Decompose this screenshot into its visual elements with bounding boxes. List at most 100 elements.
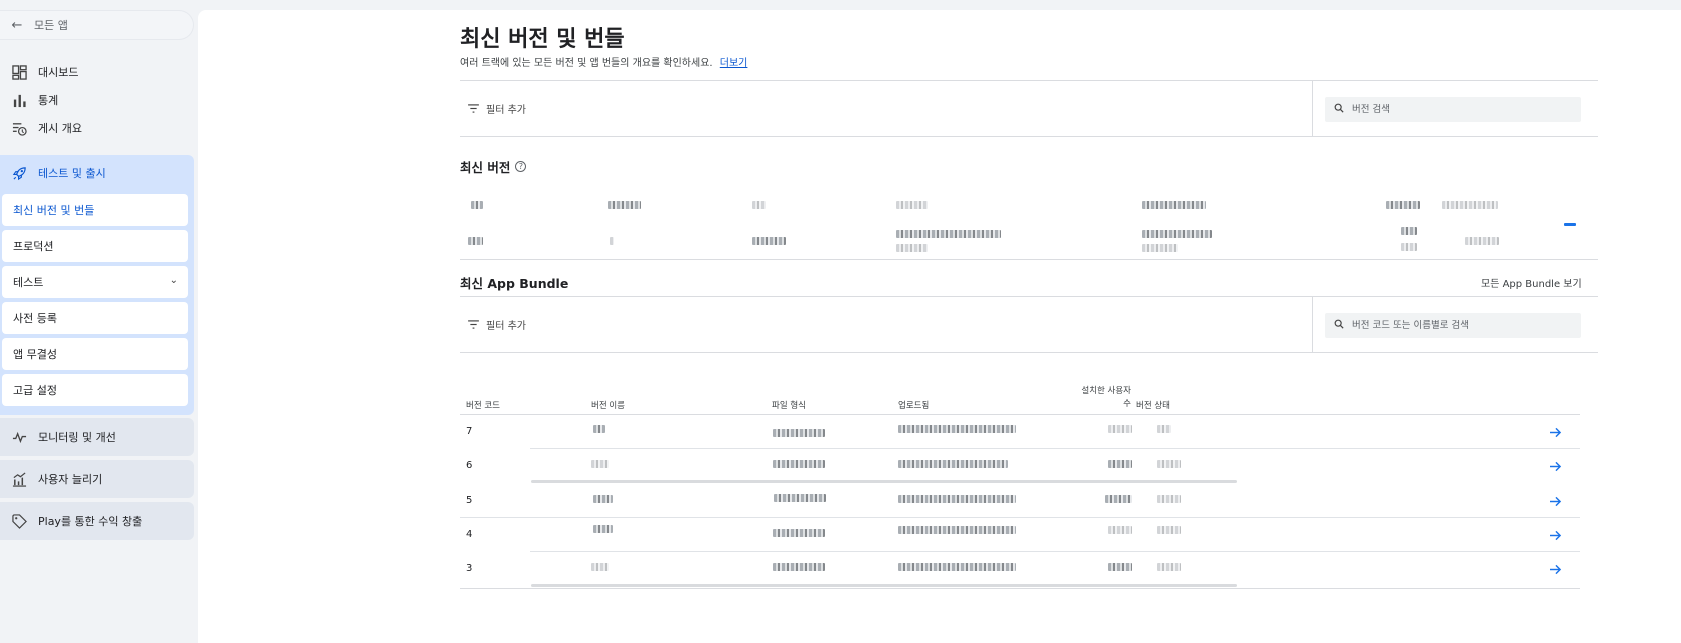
- filter-icon: [462, 104, 484, 113]
- redacted-text: [896, 230, 1001, 238]
- table-row[interactable]: 3: [460, 552, 1580, 585]
- table-row[interactable]: 5: [460, 484, 1580, 517]
- help-icon[interactable]: ?: [515, 161, 527, 172]
- version-code-cell: 3: [466, 563, 473, 574]
- bundle-heading: 최신 App Bundle: [460, 273, 568, 292]
- redacted-text: [1142, 244, 1178, 252]
- back-arrow-icon: ←: [11, 17, 23, 33]
- recent-versions-title: 최신 버전: [460, 160, 511, 175]
- rocket-icon: [0, 166, 38, 181]
- search-icon: [1334, 103, 1348, 116]
- table-row[interactable]: 6: [460, 449, 1580, 482]
- column-header-version-code[interactable]: 버전 코드: [466, 399, 500, 411]
- sidebar-item-dashboard[interactable]: 대시보드: [0, 59, 194, 85]
- back-label: 모든 앱: [34, 19, 68, 32]
- column-header-status[interactable]: 버전 상태: [1136, 399, 1170, 411]
- version-search-input[interactable]: [1352, 104, 1572, 115]
- horizontal-scrollbar[interactable]: [531, 584, 1237, 587]
- sidebar-item-advanced-settings[interactable]: 고급 설정: [2, 374, 188, 406]
- redacted-text: [1157, 563, 1181, 571]
- bar-chart-icon: [0, 93, 38, 108]
- add-bundle-filter-button[interactable]: 필터 추가: [460, 297, 1313, 352]
- search-icon: [1334, 319, 1348, 332]
- section-test-and-release-header[interactable]: 테스트 및 출시: [0, 155, 194, 191]
- section-monetize[interactable]: Play를 통한 수익 창출: [0, 502, 194, 540]
- redacted-text: [1157, 526, 1181, 534]
- sidebar-item-publishing-overview[interactable]: 게시 개요: [0, 115, 194, 141]
- redacted-text: [898, 563, 1016, 571]
- version-code-cell: 7: [466, 426, 473, 437]
- arrow-right-icon[interactable]: [1545, 525, 1565, 545]
- redacted-text: [896, 244, 928, 252]
- version-filter-bar: 필터 추가: [460, 80, 1598, 137]
- column-header-uploaded[interactable]: 업로드됨: [898, 399, 929, 411]
- app-root: ← 모든 앱 대시보드 통계 게시 개요 테스트 및 출시 최신 버전 및 번들…: [0, 0, 1681, 643]
- redacted-text: [898, 495, 1016, 503]
- dashboard-icon: [0, 64, 38, 80]
- sidebar-item-label: 대시보드: [38, 66, 79, 79]
- page-title: 최신 버전 및 번들: [460, 27, 625, 52]
- column-header-installs[interactable]: 설치한 사용자 수: [1077, 385, 1131, 411]
- sidebar-item-label: 프로덕션: [13, 240, 54, 253]
- learn-more-link[interactable]: 더보기: [720, 58, 748, 69]
- sidebar-item-app-integrity[interactable]: 앱 무결성: [2, 338, 188, 370]
- column-header-version-name[interactable]: 버전 이름: [591, 399, 625, 411]
- table-bottom-border: [460, 588, 1580, 589]
- back-to-all-apps-button[interactable]: ← 모든 앱: [0, 10, 194, 40]
- arrow-right-icon[interactable]: [1545, 491, 1565, 511]
- sidebar-item-label: 사전 등록: [13, 312, 57, 325]
- bundle-title: 최신 App Bundle: [460, 276, 569, 291]
- redacted-text: [898, 460, 1008, 468]
- redacted-text: [1401, 243, 1417, 251]
- arrow-right-icon[interactable]: [1545, 456, 1565, 476]
- section-label: 모니터링 및 개선: [38, 431, 116, 444]
- description-text: 여러 트랙에 있는 모든 버전 및 앱 번들의 개요를 확인하세요.: [460, 58, 713, 69]
- redacted-text: [774, 494, 826, 502]
- table-row[interactable]: 4: [460, 518, 1580, 551]
- redacted-text: [752, 237, 786, 245]
- sidebar-item-label: 게시 개요: [38, 122, 82, 135]
- arrow-right-icon[interactable]: [1545, 559, 1565, 579]
- section-monitor-and-improve[interactable]: 모니터링 및 개선: [0, 418, 194, 456]
- redacted-text: [898, 526, 1016, 534]
- arrow-right-icon[interactable]: [1545, 422, 1565, 442]
- redacted-text: [896, 201, 928, 209]
- section-test-and-release: 테스트 및 출시 최신 버전 및 번들 프로덕션 테스트 ⌄ 사전 등록 앱 무…: [0, 155, 194, 415]
- section-grow-users[interactable]: 사용자 늘리기: [0, 460, 194, 498]
- redacted-text: [591, 460, 609, 468]
- redacted-text: [1142, 201, 1206, 209]
- section-label: Play를 통한 수익 창출: [38, 515, 143, 528]
- sidebar-item-statistics[interactable]: 통계: [0, 87, 194, 113]
- collapse-row-button[interactable]: [1564, 223, 1576, 226]
- redacted-text: [1105, 495, 1132, 503]
- sidebar-item-latest-releases[interactable]: 최신 버전 및 번들: [2, 194, 188, 226]
- redacted-text: [752, 201, 766, 209]
- redacted-text: [1108, 425, 1132, 433]
- bundle-search-input[interactable]: [1352, 320, 1572, 331]
- redacted-text: [1142, 230, 1212, 238]
- redacted-text: [773, 563, 825, 571]
- sidebar-item-label: 통계: [38, 94, 59, 107]
- sidebar-item-production[interactable]: 프로덕션: [2, 230, 188, 262]
- column-header-file-type[interactable]: 파일 형식: [772, 399, 806, 411]
- redacted-text: [1157, 495, 1181, 503]
- view-all-bundles-link[interactable]: 모든 App Bundle 보기: [1481, 275, 1582, 290]
- redacted-text: [1465, 237, 1499, 245]
- add-filter-button[interactable]: 필터 추가: [460, 81, 1313, 136]
- vitals-icon: [0, 430, 38, 445]
- redacted-text: [1108, 563, 1132, 571]
- sidebar-item-testing[interactable]: 테스트 ⌄: [2, 266, 188, 298]
- chevron-down-icon: ⌄: [169, 275, 178, 286]
- sidebar-item-pre-registration[interactable]: 사전 등록: [2, 302, 188, 334]
- publishing-overview-icon: [0, 121, 38, 136]
- redacted-text: [1401, 227, 1417, 235]
- table-row[interactable]: 7: [460, 415, 1580, 448]
- sidebar-item-label: 최신 버전 및 번들: [13, 204, 95, 217]
- horizontal-scrollbar[interactable]: [531, 480, 1237, 483]
- redacted-text: [608, 201, 641, 209]
- redacted-text: [593, 495, 613, 503]
- sidebar: ← 모든 앱 대시보드 통계 게시 개요 테스트 및 출시 최신 버전 및 번들…: [0, 0, 198, 643]
- redacted-text: [591, 563, 609, 571]
- redacted-text: [898, 425, 1016, 433]
- version-search-box: [1325, 97, 1581, 122]
